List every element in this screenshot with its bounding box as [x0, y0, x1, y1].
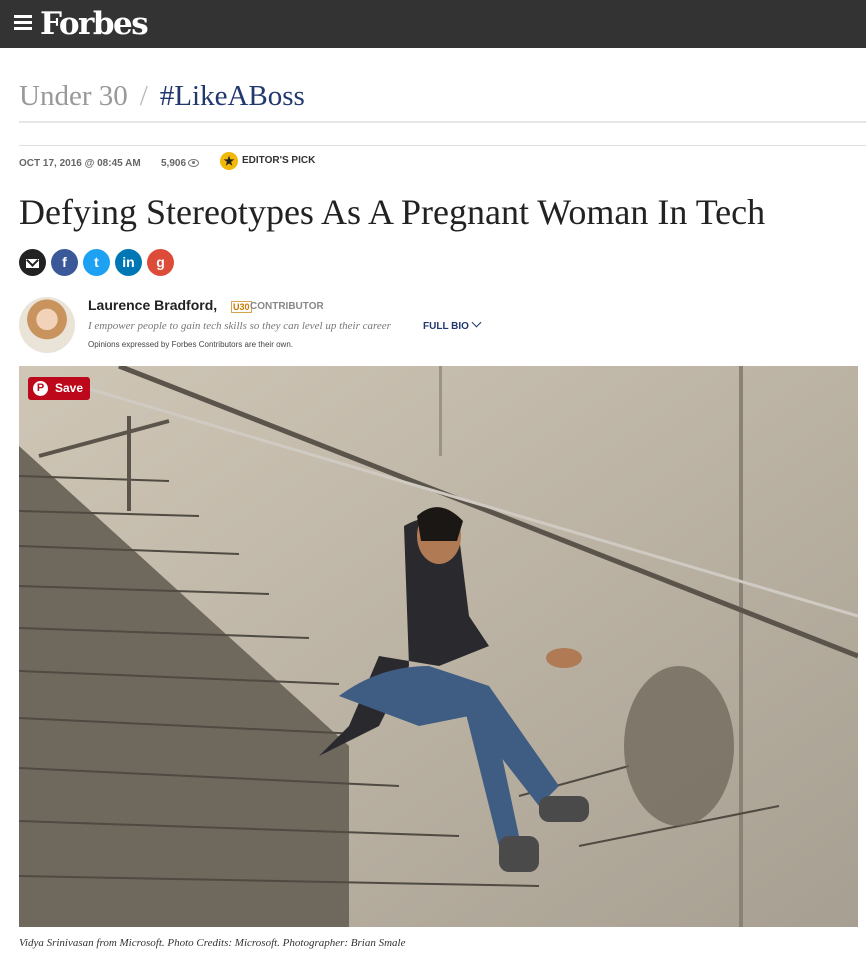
contributor-disclaimer: Opinions expressed by Forbes Contributor…	[88, 340, 293, 349]
save-label: Save	[55, 381, 84, 395]
article-meta: OCT 17, 2016 @ 08:45 AM 5,906 ★ EDITOR'S …	[19, 152, 315, 171]
editors-pick-label: EDITOR'S PICK	[242, 155, 316, 166]
author-role: CONTRIBUTOR	[250, 301, 324, 312]
pinterest-icon: P	[33, 381, 48, 396]
email-icon	[26, 259, 39, 268]
full-bio-label: FULL BIO	[423, 321, 469, 332]
twitter-icon: t	[94, 254, 99, 270]
eye-icon	[188, 159, 200, 167]
hero-photo-illustration	[19, 366, 858, 927]
u30-badge: U30	[231, 301, 252, 313]
facebook-share-button[interactable]: f	[51, 249, 78, 276]
hamburger-icon[interactable]	[14, 15, 32, 33]
googleplus-icon: g	[156, 254, 165, 270]
author-name-link[interactable]: Laurence Bradford,	[88, 297, 217, 313]
top-nav-bar: Forbes	[0, 0, 866, 48]
view-count: 5,906	[161, 157, 200, 171]
divider	[19, 145, 866, 146]
breadcrumb: Under 30 / #LikeABoss	[19, 78, 305, 114]
twitter-share-button[interactable]: t	[83, 249, 110, 276]
breadcrumb-separator: /	[139, 80, 148, 112]
image-caption: Vidya Srinivasan from Microsoft. Photo C…	[19, 937, 406, 949]
view-count-value: 5,906	[161, 158, 187, 169]
googleplus-share-button[interactable]: g	[147, 249, 174, 276]
linkedin-icon: in	[122, 254, 135, 270]
email-share-button[interactable]	[19, 249, 46, 276]
full-bio-link[interactable]: FULL BIO	[423, 317, 482, 332]
publish-date: OCT 17, 2016 @ 08:45 AM	[19, 158, 141, 169]
hero-image: P Save	[19, 366, 858, 927]
breadcrumb-section-link[interactable]: Under 30	[19, 80, 128, 112]
author-avatar[interactable]	[19, 297, 75, 353]
author-bio: I empower people to gain tech skills so …	[88, 320, 391, 332]
chevron-down-icon	[471, 317, 482, 328]
editors-pick-badge: ★ EDITOR'S PICK	[220, 152, 315, 170]
forbes-logo[interactable]: Forbes	[40, 4, 149, 44]
linkedin-share-button[interactable]: in	[115, 249, 142, 276]
pinterest-save-button[interactable]: P Save	[28, 377, 90, 400]
article-headline: Defying Stereotypes As A Pregnant Woman …	[19, 192, 766, 232]
divider	[19, 121, 866, 123]
star-icon: ★	[220, 152, 238, 170]
facebook-icon: f	[62, 254, 67, 270]
breadcrumb-tag-link[interactable]: #LikeABoss	[160, 80, 305, 112]
